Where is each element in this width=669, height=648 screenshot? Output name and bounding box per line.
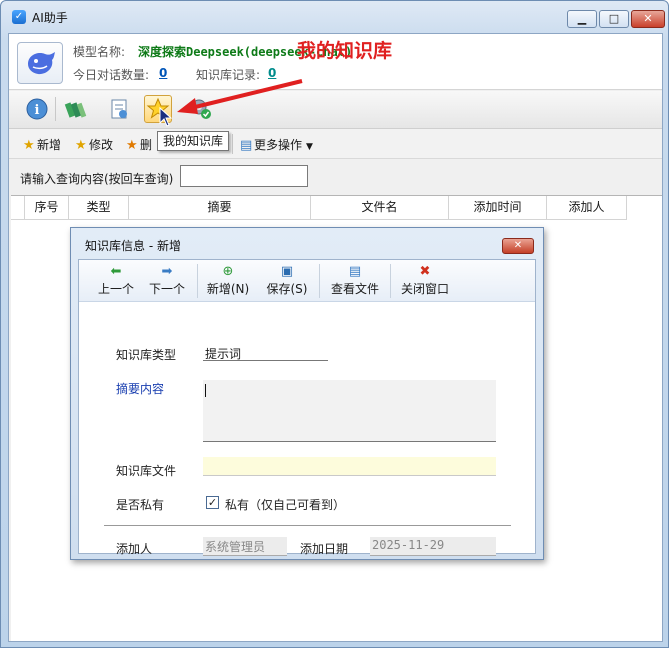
date-value: 2025-11-29 xyxy=(370,537,496,556)
dialog-toolbar-separator xyxy=(197,264,198,298)
private-text: 私有（仅自己可看到） xyxy=(225,498,346,512)
star-delete-icon: ★ xyxy=(126,138,138,153)
type-label: 知识库类型 xyxy=(116,348,177,362)
close-x-icon: ✖ xyxy=(419,264,431,279)
search-row: 请输入查询内容(按回车查询) xyxy=(9,160,662,194)
close-icon: ✕ xyxy=(513,240,523,251)
icon-toolbar: i xyxy=(9,91,662,129)
grid-row-indicator xyxy=(11,196,25,220)
summary-textarea[interactable] xyxy=(203,380,496,442)
next-label: 下一个 xyxy=(148,282,185,296)
action-separator xyxy=(232,134,233,154)
client-area: 模型名称: 深度探索Deepseek(deepseek-chat) 今日对话数量… xyxy=(8,33,663,642)
maximize-icon: □ xyxy=(608,12,620,25)
model-name-label: 模型名称: xyxy=(73,45,126,59)
date-label: 添加日期 xyxy=(300,542,349,556)
info-button[interactable]: i xyxy=(23,95,51,123)
save-label: 保存(S) xyxy=(266,282,308,296)
document-button[interactable] xyxy=(105,95,133,123)
edit-action-label: 修改 xyxy=(89,138,114,152)
document-icon xyxy=(111,99,127,119)
star-edit-icon: ★ xyxy=(75,138,87,153)
adder-label: 添加人 xyxy=(116,542,153,556)
add-action-label: 新增 xyxy=(37,138,62,152)
window-title: AI助手 xyxy=(32,11,68,25)
column-header[interactable]: 文件名 xyxy=(311,196,449,220)
text-caret xyxy=(205,384,206,397)
books-icon xyxy=(64,102,87,118)
column-header[interactable]: 类型 xyxy=(69,196,129,220)
file-input[interactable] xyxy=(203,457,496,476)
file-label: 知识库文件 xyxy=(116,464,177,478)
minimize-button[interactable]: ▁ xyxy=(567,10,597,28)
new-button[interactable]: ⊕ 新增(N) xyxy=(205,264,251,297)
whale-icon xyxy=(28,52,55,75)
column-header[interactable]: 序号 xyxy=(25,196,69,220)
form-divider xyxy=(104,525,511,526)
adder-value: 系统管理员 xyxy=(203,537,287,556)
type-underline xyxy=(203,360,328,361)
prev-label: 上一个 xyxy=(97,282,134,296)
dialog-body: ⬅ 上一个 ➡ 下一个 ⊕ 新增(N) ▣ 保存(S) ▤ 查看文件 ✖ 关闭窗… xyxy=(78,259,536,556)
save-button[interactable]: ▣ 保存(S) xyxy=(264,264,310,297)
close-window-label: 关闭窗口 xyxy=(400,282,449,296)
more-actions-dropdown[interactable]: ▤ 更多操作 ▼ xyxy=(240,136,313,153)
close-icon: ✕ xyxy=(643,12,653,25)
column-header[interactable]: 摘要 xyxy=(129,196,311,220)
chevron-down-icon: ▼ xyxy=(306,142,313,152)
dialog-count-value[interactable]: 0 xyxy=(159,66,167,80)
delete-action-label: 删 xyxy=(140,138,153,152)
more-actions-icon: ▤ xyxy=(240,138,253,153)
books-button[interactable] xyxy=(62,95,90,123)
column-header[interactable]: 添加人 xyxy=(547,196,627,220)
action-bar: ★ 新增 ★ 修改 ★ 删 ▤ 更多操作 ▼ xyxy=(9,129,662,159)
more-actions-label: 更多操作 xyxy=(254,138,303,152)
close-button[interactable]: ✕ xyxy=(631,10,665,28)
next-button[interactable]: ➡ 下一个 xyxy=(147,264,187,297)
star-add-icon: ★ xyxy=(23,138,35,153)
deepseek-logo xyxy=(17,42,63,84)
dialog-close-button[interactable]: ✕ xyxy=(502,238,534,254)
checkmark-icon: ✓ xyxy=(207,496,218,509)
column-header[interactable]: 添加时间 xyxy=(449,196,547,220)
dialog-toolbar: ⬅ 上一个 ➡ 下一个 ⊕ 新增(N) ▣ 保存(S) ▤ 查看文件 ✖ 关闭窗… xyxy=(79,260,535,302)
delete-action[interactable]: ★ 删 xyxy=(126,136,153,153)
search-label: 请输入查询内容(按回车查询) xyxy=(20,172,174,186)
private-label: 是否私有 xyxy=(116,498,165,512)
summary-label: 摘要内容 xyxy=(116,382,165,396)
add-action[interactable]: ★ 新增 xyxy=(23,136,62,153)
arrow-left-icon: ⬅ xyxy=(110,264,122,279)
prev-button[interactable]: ⬅ 上一个 xyxy=(96,264,136,297)
minimize-icon: ▁ xyxy=(577,12,587,25)
toolbar-separator xyxy=(55,97,56,121)
title-bar[interactable]: ✓ AI助手 ▁ □ ✕ xyxy=(1,1,668,33)
dialog-toolbar-separator xyxy=(319,264,320,298)
annotation-arrow xyxy=(177,79,303,114)
private-checkbox[interactable]: ✓ xyxy=(206,496,219,509)
dialog-title: 知识库信息 - 新增 xyxy=(85,239,181,253)
search-input[interactable] xyxy=(180,165,308,187)
knowledge-dialog: 知识库信息 - 新增 ✕ ⬅ 上一个 ➡ 下一个 ⊕ 新增(N) ▣ 保存(S)… xyxy=(70,227,544,560)
maximize-button[interactable]: □ xyxy=(599,10,629,28)
view-file-label: 查看文件 xyxy=(330,282,379,296)
plus-circle-icon: ⊕ xyxy=(222,264,234,279)
dialog-count-label: 今日对话数量: xyxy=(73,68,150,82)
arrow-right-icon: ➡ xyxy=(161,264,173,279)
main-window: ✓ AI助手 ▁ □ ✕ 模型名称: 深度探索Deepseek(deepseek… xyxy=(0,0,669,648)
info-icon: i xyxy=(26,98,48,120)
svg-text:i: i xyxy=(35,103,40,118)
annotation-label: 我的知识库 xyxy=(297,40,393,62)
edit-action[interactable]: ★ 修改 xyxy=(75,136,114,153)
save-disk-icon: ▣ xyxy=(280,264,294,279)
view-file-button[interactable]: ▤ 查看文件 xyxy=(329,264,381,297)
view-file-icon: ▤ xyxy=(348,264,362,279)
new-label: 新增(N) xyxy=(206,282,250,296)
dialog-toolbar-separator xyxy=(390,264,391,298)
close-window-button[interactable]: ✖ 关闭窗口 xyxy=(399,264,451,297)
app-logo-icon: ✓ xyxy=(12,10,26,24)
tooltip: 我的知识库 xyxy=(157,131,230,151)
